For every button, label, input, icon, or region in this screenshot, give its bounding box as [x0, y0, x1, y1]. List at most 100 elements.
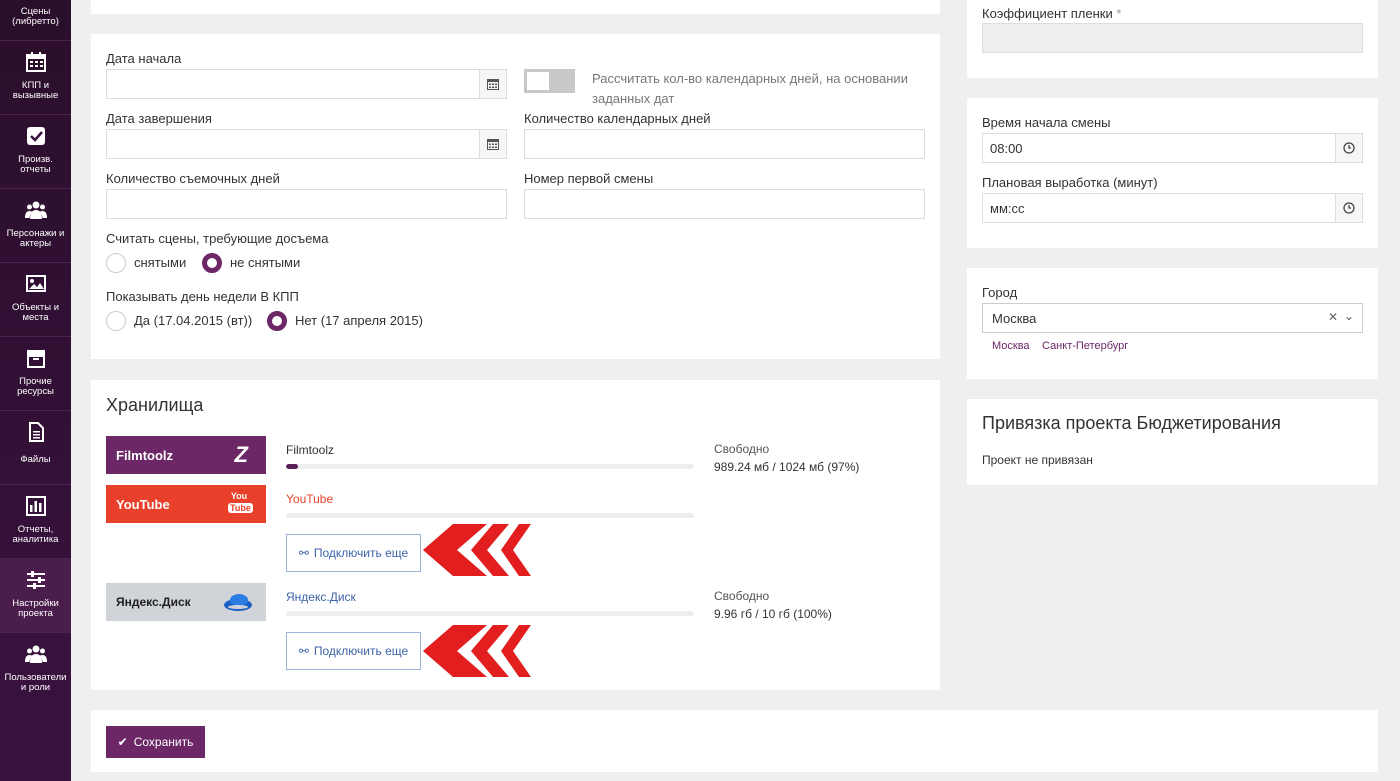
clear-icon[interactable]: ✕ [1328, 310, 1338, 324]
shift-start-value: 08:00 [990, 141, 1023, 156]
sidebar-item-analytics[interactable]: Отчеты, аналитика [0, 485, 71, 559]
film-coef-label: Коэффициент пленки * [982, 6, 1122, 21]
city-select[interactable]: Москва ✕ ⌄ [982, 303, 1363, 333]
sidebar-item-files[interactable]: Файлы [0, 411, 71, 485]
start-date-input[interactable] [106, 69, 507, 99]
youtube-icon: You Tube [228, 491, 253, 513]
filmtoolz-usage-bar [286, 464, 694, 469]
filmtoolz-name: Filmtoolz [286, 443, 335, 457]
filmtoolz-usage: 989.24 мб / 1024 мб (97%) [714, 460, 860, 474]
bar-chart-icon [25, 496, 46, 516]
yandex-disk-logo-text: Яндекс.Диск [116, 595, 191, 609]
archive-icon [26, 350, 45, 368]
file-icon [28, 422, 44, 442]
youtube-connect-button[interactable]: ⚯ Подключить еще [286, 534, 421, 572]
sidebar-item-label: КПП и вызывные [12, 80, 59, 101]
calendar-icon [25, 52, 46, 72]
shift-card: Время начала смены 08:00 Плановая вырабо… [967, 98, 1378, 248]
weekday-radio-no[interactable] [267, 311, 287, 331]
budget-title: Привязка проекта Бюджетирования [982, 413, 1281, 433]
calc-days-toggle[interactable] [524, 69, 575, 93]
connect-button-label: Подключить еще [313, 644, 409, 658]
required-mark: * [1116, 6, 1122, 21]
toggle-knob [527, 72, 549, 90]
sidebar-item-label: Настройки проекта [12, 598, 59, 619]
calendar-days-input[interactable] [524, 129, 925, 159]
link-icon: ⚯ [298, 546, 309, 560]
yandex-disk-usage: 9.96 гб / 10 гб (100%) [714, 607, 832, 621]
reshoot-radio-shot[interactable] [106, 253, 126, 273]
footer-card [91, 710, 1378, 772]
storage-card: Хранилища Filmtoolz Z Filmtoolz Свободно… [91, 380, 940, 690]
sidebar-item-label: Пользователи и роли [4, 672, 67, 693]
calendar-icon[interactable] [479, 70, 506, 98]
city-suggestion[interactable]: Санкт-Петербург [1042, 340, 1128, 352]
users-icon [24, 201, 47, 219]
clock-icon[interactable] [1335, 194, 1362, 222]
first-shift-label: Номер первой смены [524, 171, 654, 186]
youtube-logo-text: YouTube [116, 496, 170, 512]
shift-start-label: Время начала смены [982, 115, 1111, 130]
output-input[interactable]: мм:сс [982, 193, 1363, 223]
storage-title: Хранилища [106, 395, 204, 415]
sidebar-item-settings[interactable]: Настройки проекта [0, 559, 71, 633]
sidebar-item-objects[interactable]: Объекты и места [0, 263, 71, 337]
weekday-radio-yes[interactable] [106, 311, 126, 331]
budget-card: Привязка проекта Бюджетирования Проект н… [967, 399, 1378, 485]
calendar-days-label: Количество календарных дней [524, 111, 711, 126]
youtube-logo: YouTube You Tube [106, 485, 266, 523]
output-value: мм:сс [990, 201, 1025, 216]
sidebar-item-label: Отчеты, аналитика [12, 524, 59, 545]
calendar-icon[interactable] [479, 130, 506, 158]
sidebar-item-label: Прочие ресурсы [17, 376, 54, 397]
weekday-option-label: Нет (17 апреля 2015) [295, 313, 423, 328]
sidebar-item-label: Сцены (либретто) [12, 6, 59, 27]
sidebar-item-kpp[interactable]: КПП и вызывные [0, 41, 71, 115]
sidebar-item-resources[interactable]: Прочие ресурсы [0, 337, 71, 411]
clock-icon[interactable] [1335, 134, 1362, 162]
sidebar-item-label: Файлы [20, 454, 51, 465]
weekday-label: Показывать день недели В КПП [106, 289, 299, 304]
sidebar-item-reports[interactable]: Произв. отчеты [0, 115, 71, 189]
sidebar: Сцены (либретто) КПП и вызывные Произв. … [0, 0, 71, 781]
yandex-disk-connect-button[interactable]: ⚯ Подключить еще [286, 632, 421, 670]
yandex-disk-name: Яндекс.Диск [286, 590, 356, 604]
sidebar-item-label: Произв. отчеты [18, 154, 53, 175]
city-value: Москва [992, 311, 1037, 326]
sidebar-item-label: Персонажи и актеры [6, 228, 65, 249]
arrow-pointer-icon [423, 524, 531, 576]
sidebar-item-users[interactable]: Пользователи и роли [0, 633, 71, 707]
city-suggestion[interactable]: Москва [992, 340, 1030, 352]
shooting-days-label: Количество съемочных дней [106, 171, 280, 186]
sidebar-item-characters[interactable]: Персонажи и актеры [0, 189, 71, 263]
cloud-icon [224, 594, 252, 611]
shooting-days-input[interactable] [106, 189, 507, 219]
reshoot-label: Считать сцены, требующие досъема [106, 231, 329, 246]
top-card [91, 0, 940, 14]
sidebar-item-scenes[interactable]: Сцены (либретто) [0, 0, 71, 41]
reshoot-option-label: снятыми [134, 255, 187, 270]
city-card: Город Москва ✕ ⌄ Москва Санкт-Петербург [967, 268, 1378, 379]
city-label: Город [982, 285, 1018, 300]
start-date-label: Дата начала [106, 51, 182, 66]
save-button[interactable]: ✔ Сохранить [106, 726, 205, 758]
yandex-disk-free-label: Свободно [714, 589, 770, 603]
output-label: Плановая выработка (минут) [982, 175, 1158, 190]
link-icon: ⚯ [298, 644, 309, 658]
sliders-icon [26, 571, 45, 589]
end-date-input[interactable] [106, 129, 507, 159]
budget-status: Проект не привязан [982, 453, 1093, 467]
reshoot-radio-not-shot[interactable] [202, 253, 222, 273]
filmtoolz-free-label: Свободно [714, 442, 770, 456]
chevron-down-icon[interactable]: ⌄ [1344, 309, 1354, 323]
youtube-usage-bar [286, 513, 694, 518]
sidebar-item-label: Объекты и места [11, 302, 60, 323]
first-shift-input[interactable] [524, 189, 925, 219]
youtube-name: YouTube [286, 492, 334, 506]
film-coef-card: Коэффициент пленки * [967, 0, 1378, 78]
check-square-icon [26, 127, 45, 145]
film-coef-input[interactable] [982, 23, 1363, 53]
users-icon [24, 645, 47, 663]
shift-start-input[interactable]: 08:00 [982, 133, 1363, 163]
connect-button-label: Подключить еще [313, 546, 409, 560]
